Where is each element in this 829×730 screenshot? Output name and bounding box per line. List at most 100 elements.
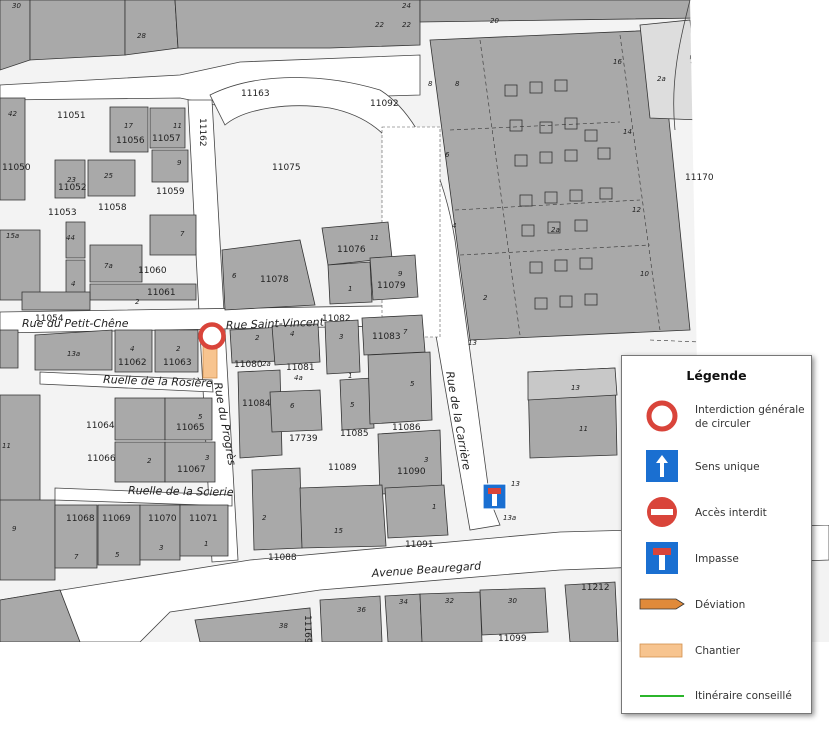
lot-label: 11085 bbox=[340, 429, 369, 439]
svg-text:11: 11 bbox=[2, 442, 11, 450]
detour-arrow-icon bbox=[639, 598, 685, 610]
lot-label: 11050 bbox=[2, 163, 31, 173]
lot-label: 11058 bbox=[98, 203, 127, 213]
legend-item-interdiction: Interdiction générale de circuler bbox=[634, 398, 805, 438]
svg-text:2: 2 bbox=[262, 514, 267, 522]
lot-label: 11065 bbox=[176, 423, 205, 433]
svg-text:32: 32 bbox=[445, 597, 454, 605]
svg-text:38: 38 bbox=[279, 622, 288, 630]
svg-text:13: 13 bbox=[468, 339, 477, 347]
svg-text:2a: 2a bbox=[262, 360, 271, 368]
svg-text:25: 25 bbox=[104, 172, 113, 180]
legend-item-chantier: Chantier bbox=[634, 632, 805, 672]
lot-label: 11089 bbox=[328, 463, 357, 473]
lot-label: 11070 bbox=[148, 514, 177, 524]
svg-text:15a: 15a bbox=[6, 232, 19, 240]
svg-text:36: 36 bbox=[357, 606, 366, 614]
svg-text:4: 4 bbox=[130, 345, 134, 353]
svg-text:13: 13 bbox=[571, 384, 580, 392]
svg-text:11: 11 bbox=[579, 425, 588, 433]
svg-text:4a: 4a bbox=[294, 374, 303, 382]
svg-text:3: 3 bbox=[205, 454, 209, 462]
lot-label: 11066 bbox=[87, 454, 116, 464]
lot-label: 11081 bbox=[286, 363, 315, 373]
plaza-area bbox=[381, 126, 441, 338]
lot-label: 11068 bbox=[66, 514, 95, 524]
svg-text:34: 34 bbox=[399, 598, 408, 606]
lot-label: 11076 bbox=[337, 245, 366, 255]
svg-text:28: 28 bbox=[137, 32, 146, 40]
legend-item-deviation: Déviation bbox=[634, 586, 805, 626]
lot-label: 11082 bbox=[322, 314, 351, 324]
svg-text:9: 9 bbox=[398, 270, 403, 278]
lot-label: 11075 bbox=[272, 163, 301, 173]
lot-label: 11051 bbox=[57, 111, 86, 121]
svg-text:42: 42 bbox=[8, 110, 17, 118]
legend-label: Sens unique bbox=[695, 461, 760, 473]
lot-label: 11052 bbox=[58, 183, 87, 193]
dead-end-icon[interactable] bbox=[482, 483, 507, 510]
legend-label: Chantier bbox=[695, 645, 740, 657]
svg-text:2: 2 bbox=[147, 457, 152, 465]
svg-text:6: 6 bbox=[232, 272, 237, 280]
lot-label: 11064 bbox=[86, 421, 115, 431]
lot-label: 11163 bbox=[241, 89, 270, 99]
svg-text:2: 2 bbox=[255, 334, 260, 342]
svg-text:30: 30 bbox=[12, 2, 21, 10]
street-ruelle-scierie: Ruelle de la Scierie bbox=[128, 484, 234, 499]
lot-label: 11086 bbox=[392, 423, 421, 433]
svg-text:13: 13 bbox=[511, 480, 520, 488]
svg-text:9: 9 bbox=[177, 159, 182, 167]
svg-text:44: 44 bbox=[66, 234, 75, 242]
dead-end-icon bbox=[646, 542, 678, 574]
svg-text:7a: 7a bbox=[104, 262, 113, 270]
lot-label: 11053 bbox=[48, 208, 77, 218]
svg-text:11: 11 bbox=[370, 234, 379, 242]
svg-text:13a: 13a bbox=[503, 514, 516, 522]
legend-title: Légende bbox=[686, 368, 747, 383]
legend-item-acces-interdit: Accès interdit bbox=[634, 494, 805, 534]
svg-text:7: 7 bbox=[74, 553, 79, 561]
lot-label: 11060 bbox=[138, 266, 167, 276]
lot-label: 11084 bbox=[242, 399, 271, 409]
legend-item-impasse: Impasse bbox=[634, 540, 805, 580]
svg-text:20: 20 bbox=[490, 17, 499, 25]
svg-text:3: 3 bbox=[339, 333, 343, 341]
svg-text:1: 1 bbox=[204, 540, 208, 548]
lot-label: 11062 bbox=[118, 358, 147, 368]
legend-label: Déviation bbox=[695, 599, 746, 611]
lot-label: 11056 bbox=[116, 136, 145, 146]
svg-text:3: 3 bbox=[159, 544, 163, 552]
svg-text:14: 14 bbox=[623, 128, 632, 136]
no-entry-icon bbox=[647, 497, 677, 527]
svg-text:2a: 2a bbox=[551, 226, 560, 234]
prohibition-circle-icon bbox=[646, 400, 678, 432]
prohibition-circle-icon[interactable] bbox=[198, 322, 226, 350]
street-rue-petit-chene: Rue du Petit-Chêne bbox=[22, 317, 129, 330]
svg-text:7: 7 bbox=[180, 230, 185, 238]
lot-label: 11083 bbox=[372, 332, 401, 342]
legend-item-itineraire: Itinéraire conseillé bbox=[634, 678, 805, 718]
lot-label: 11092 bbox=[370, 99, 399, 109]
svg-text:1: 1 bbox=[348, 372, 352, 380]
lot-label: 11079 bbox=[377, 281, 406, 291]
svg-text:5: 5 bbox=[198, 413, 203, 421]
svg-text:10: 10 bbox=[640, 270, 649, 278]
svg-text:3: 3 bbox=[424, 456, 428, 464]
svg-text:11: 11 bbox=[173, 122, 182, 130]
legend-label: Accès interdit bbox=[695, 507, 767, 519]
svg-text:6: 6 bbox=[445, 151, 450, 159]
lot-label: 11078 bbox=[260, 275, 289, 285]
svg-text:8: 8 bbox=[455, 80, 460, 88]
svg-text:24: 24 bbox=[402, 2, 411, 10]
svg-text:4: 4 bbox=[452, 222, 456, 230]
svg-text:9: 9 bbox=[12, 525, 17, 533]
lot-label: 11099 bbox=[498, 634, 527, 642]
lot-label: 11061 bbox=[147, 288, 176, 298]
svg-text:16: 16 bbox=[613, 58, 622, 66]
svg-text:7: 7 bbox=[403, 328, 408, 336]
lot-label: 11057 bbox=[152, 134, 181, 144]
lot-label: 11067 bbox=[177, 465, 206, 475]
svg-text:4: 4 bbox=[290, 330, 294, 338]
lot-label: 11162 bbox=[197, 118, 207, 147]
